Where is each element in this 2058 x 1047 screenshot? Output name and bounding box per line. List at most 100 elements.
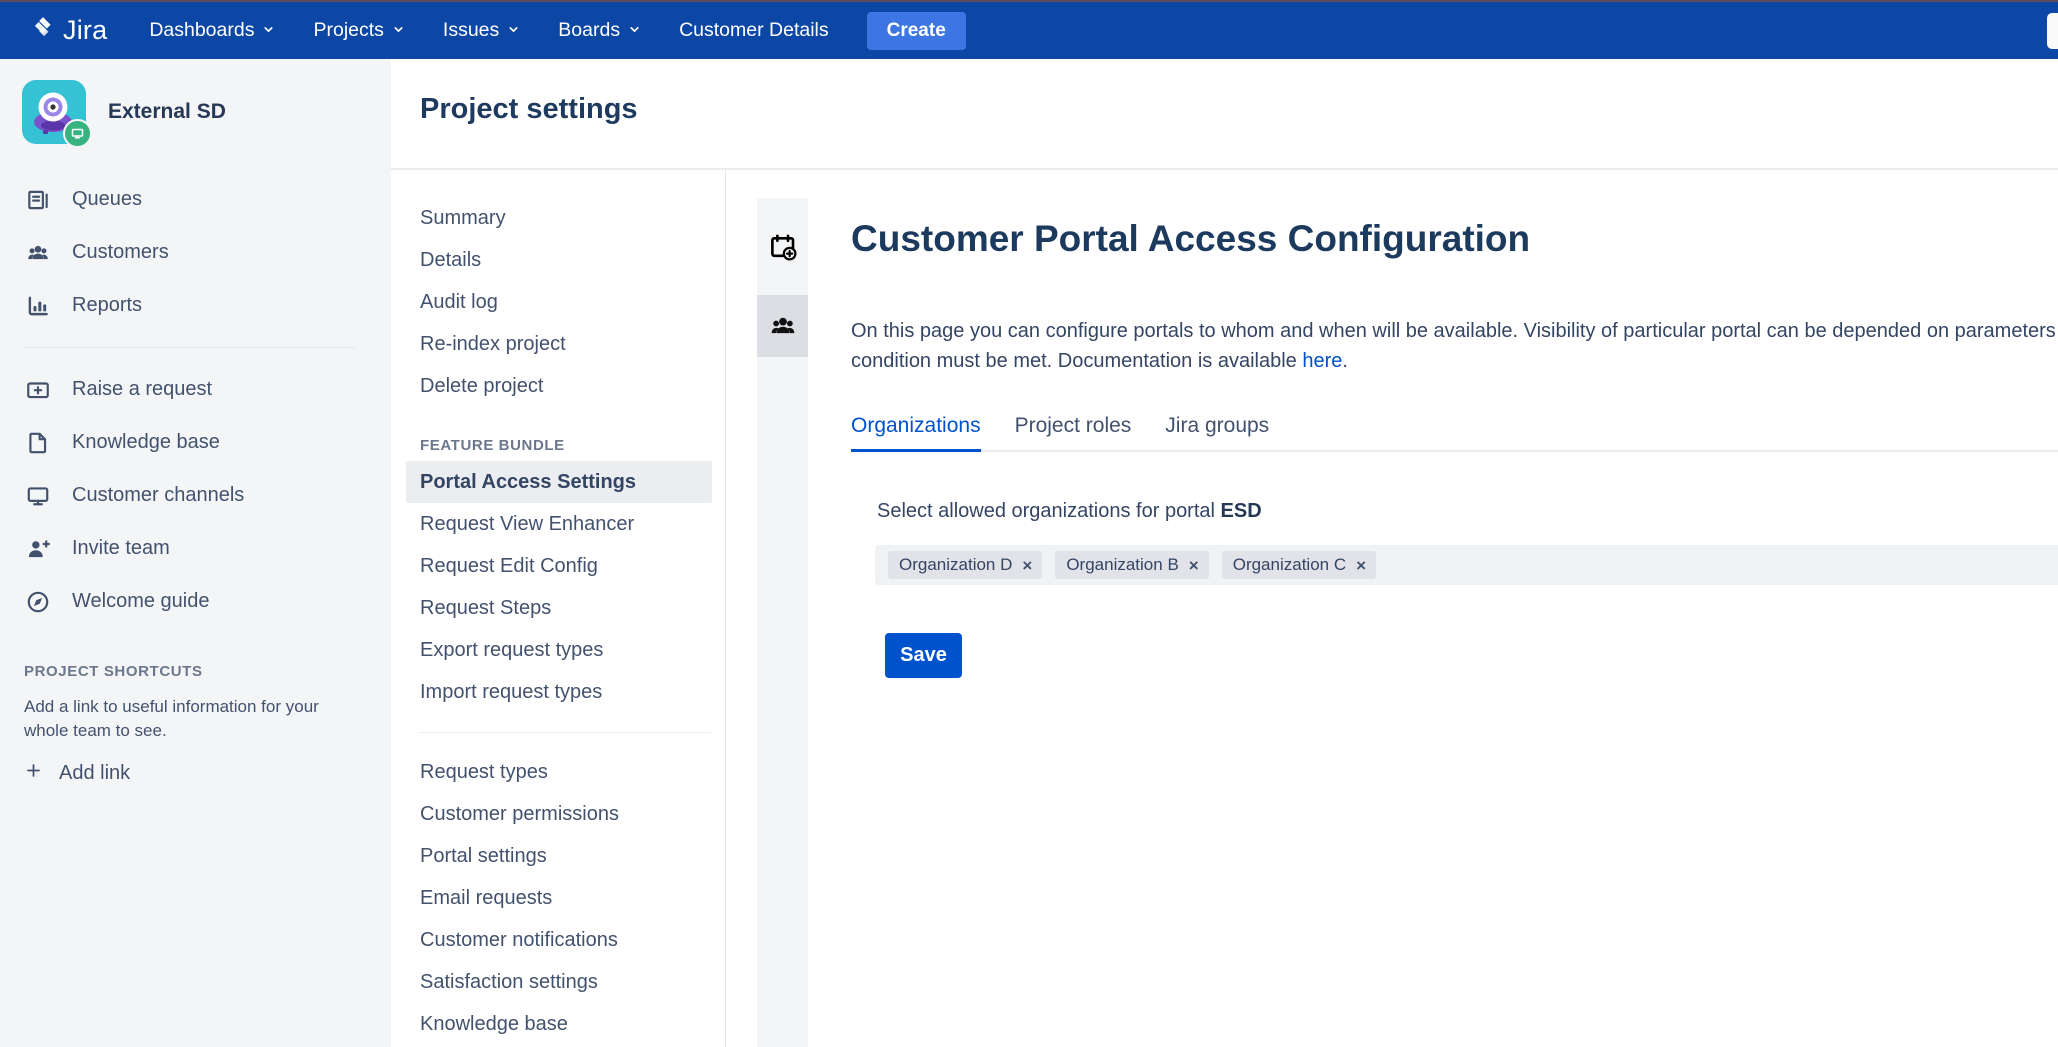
add-link-button[interactable]: Add link bbox=[24, 761, 130, 786]
monitor-icon bbox=[70, 126, 85, 141]
project-avatar[interactable] bbox=[22, 80, 86, 144]
project-name: External SD bbox=[108, 100, 226, 124]
settings-item-customer-permissions[interactable]: Customer permissions bbox=[391, 793, 725, 835]
select-organizations-label: Select allowed organizations for portal … bbox=[877, 500, 1262, 523]
settings-item-details[interactable]: Details bbox=[391, 239, 725, 281]
project-sidebar: External SD Queues Custom bbox=[0, 59, 391, 1047]
page-description: On this page you can configure portals t… bbox=[851, 316, 2058, 376]
sidebar-item-queues[interactable]: Queues bbox=[0, 173, 391, 226]
sidebar-item-label: Knowledge base bbox=[72, 431, 220, 454]
sidebar-item-reports[interactable]: Reports bbox=[0, 279, 391, 332]
chevron-down-icon bbox=[392, 19, 405, 42]
select-label-text: Select allowed organizations for portal bbox=[877, 500, 1221, 522]
settings-header: Project settings bbox=[391, 59, 2058, 170]
settings-item-summary[interactable]: Summary bbox=[391, 197, 725, 239]
remove-tag-icon[interactable]: × bbox=[1189, 557, 1199, 574]
settings-item-knowledge-base[interactable]: Knowledge base bbox=[391, 1003, 725, 1045]
organization-tag[interactable]: Organization C × bbox=[1222, 551, 1376, 579]
organization-tag[interactable]: Organization B × bbox=[1055, 551, 1208, 579]
remove-tag-icon[interactable]: × bbox=[1022, 557, 1032, 574]
rail-groups-button[interactable] bbox=[757, 295, 808, 357]
tab-project-roles[interactable]: Project roles bbox=[1015, 414, 1132, 452]
nav-menu: Dashboards Projects Issues Boards Custom… bbox=[149, 19, 828, 42]
feature-icon-rail bbox=[757, 198, 808, 1047]
chevron-down-icon bbox=[262, 19, 275, 42]
reports-icon bbox=[24, 293, 52, 319]
settings-item-import-request-types[interactable]: Import request types bbox=[391, 671, 725, 713]
portal-access-main-panel: Customer Portal Access Configuration On … bbox=[727, 170, 2058, 1047]
organization-tag-label: Organization C bbox=[1233, 555, 1346, 575]
settings-item-customer-notifications[interactable]: Customer notifications bbox=[391, 919, 725, 961]
calendar-add-icon bbox=[768, 232, 798, 262]
sidebar-item-label: Raise a request bbox=[72, 378, 212, 401]
sidebar-item-customers[interactable]: Customers bbox=[0, 226, 391, 279]
groups-icon bbox=[768, 311, 798, 341]
organization-tag-label: Organization D bbox=[899, 555, 1012, 575]
remove-tag-icon[interactable]: × bbox=[1356, 557, 1366, 574]
description-text: On this page you can configure portals t… bbox=[851, 320, 2058, 372]
nav-item-boards[interactable]: Boards bbox=[558, 19, 641, 42]
settings-item-satisfaction-settings[interactable]: Satisfaction settings bbox=[391, 961, 725, 1003]
portal-code: ESD bbox=[1221, 500, 1262, 522]
page-title: Project settings bbox=[420, 93, 638, 126]
settings-item-email-requests[interactable]: Email requests bbox=[391, 877, 725, 919]
tab-jira-groups[interactable]: Jira groups bbox=[1165, 414, 1269, 452]
customer-channels-icon bbox=[24, 483, 52, 509]
organization-tag[interactable]: Organization D × bbox=[888, 551, 1042, 579]
sidebar-item-label: Customers bbox=[72, 241, 169, 264]
nav-item-projects[interactable]: Projects bbox=[313, 19, 404, 42]
sidebar-menu: Queues Customers bbox=[0, 173, 391, 628]
invite-team-icon bbox=[24, 536, 52, 562]
raise-request-icon bbox=[24, 377, 52, 403]
sidebar-item-customer-channels[interactable]: Customer channels bbox=[0, 469, 391, 522]
service-desk-badge bbox=[63, 119, 92, 148]
settings-item-portal-settings[interactable]: Portal settings bbox=[391, 835, 725, 877]
settings-menu-divider bbox=[420, 732, 711, 733]
settings-item-delete-project[interactable]: Delete project bbox=[391, 365, 725, 407]
settings-item-portal-access-settings[interactable]: Portal Access Settings bbox=[406, 461, 712, 503]
organization-tag-label: Organization B bbox=[1066, 555, 1178, 575]
sidebar-item-label: Queues bbox=[72, 188, 142, 211]
settings-item-reindex-project[interactable]: Re-index project bbox=[391, 323, 725, 365]
project-header: External SD bbox=[22, 80, 226, 144]
sidebar-item-label: Reports bbox=[72, 294, 142, 317]
jira-logo-icon bbox=[30, 15, 56, 46]
settings-item-request-types[interactable]: Request types bbox=[391, 751, 725, 793]
nav-right-partial-control[interactable] bbox=[2047, 13, 2058, 49]
settings-item-request-edit-config[interactable]: Request Edit Config bbox=[391, 545, 725, 587]
documentation-link[interactable]: here bbox=[1302, 350, 1342, 372]
add-link-label: Add link bbox=[59, 762, 130, 785]
settings-item-request-steps[interactable]: Request Steps bbox=[391, 587, 725, 629]
project-shortcuts-description: Add a link to useful information for you… bbox=[24, 695, 334, 743]
sidebar-item-raise-request[interactable]: Raise a request bbox=[0, 363, 391, 416]
sidebar-item-label: Customer channels bbox=[72, 484, 244, 507]
save-button[interactable]: Save bbox=[885, 633, 962, 678]
settings-menu: Summary Details Audit log Re-index proje… bbox=[391, 170, 726, 1047]
sidebar-item-knowledge-base[interactable]: Knowledge base bbox=[0, 416, 391, 469]
organizations-multiselect[interactable]: Organization D × Organization B × Organi… bbox=[875, 545, 2058, 585]
nav-item-customer-details[interactable]: Customer Details bbox=[679, 19, 829, 42]
create-button[interactable]: Create bbox=[867, 12, 966, 50]
rail-calendar-add-button[interactable] bbox=[757, 198, 808, 295]
settings-item-request-view-enhancer[interactable]: Request View Enhancer bbox=[391, 503, 725, 545]
jira-logo[interactable]: Jira bbox=[30, 15, 107, 46]
settings-item-audit-log[interactable]: Audit log bbox=[391, 281, 725, 323]
customers-icon bbox=[24, 240, 52, 266]
tab-organizations[interactable]: Organizations bbox=[851, 414, 981, 452]
sidebar-item-invite-team[interactable]: Invite team bbox=[0, 522, 391, 575]
chevron-down-icon bbox=[507, 19, 520, 42]
sidebar-item-label: Welcome guide bbox=[72, 590, 209, 613]
sidebar-item-welcome-guide[interactable]: Welcome guide bbox=[0, 575, 391, 628]
main-heading: Customer Portal Access Configuration bbox=[851, 218, 1530, 260]
top-navigation-bar: Jira Dashboards Projects Issues Boards C… bbox=[0, 2, 2058, 59]
feature-bundle-heading: FEATURE BUNDLE bbox=[391, 431, 725, 461]
jira-logo-text: Jira bbox=[63, 15, 107, 46]
sidebar-divider bbox=[24, 347, 355, 348]
tab-bar: Organizations Project roles Jira groups bbox=[851, 414, 2058, 452]
welcome-guide-icon bbox=[24, 589, 52, 615]
settings-item-export-request-types[interactable]: Export request types bbox=[391, 629, 725, 671]
nav-item-dashboards[interactable]: Dashboards bbox=[149, 19, 275, 42]
plus-icon bbox=[24, 761, 43, 786]
nav-item-issues[interactable]: Issues bbox=[443, 19, 520, 42]
chevron-down-icon bbox=[628, 19, 641, 42]
